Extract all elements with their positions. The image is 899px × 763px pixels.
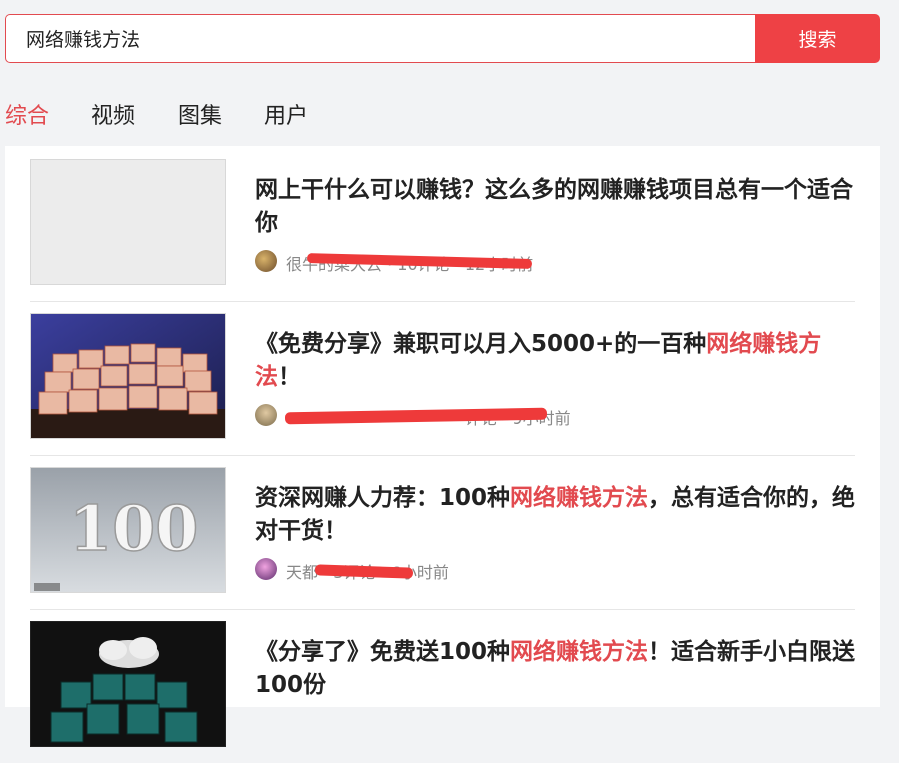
list-item[interactable]: 100 资深网赚人力荐：100种网络赚钱方法，总有适合你的，绝对干货！ 天都 ·… (30, 454, 855, 610)
avatar[interactable] (255, 404, 277, 426)
list-item[interactable]: 网上干什么可以赚钱？这么多的网赚赚钱项目总有一个适合你 很牛的菜大云 · 10评… (30, 146, 855, 302)
avatar[interactable] (255, 250, 277, 272)
result-title[interactable]: 《免费分享》兼职可以月入5000+的一百种网络赚钱方法！ (255, 328, 855, 394)
list-item[interactable]: 《分享了》免费送100种网络赚钱方法！适合新手小白限送100份 (30, 608, 855, 763)
search-bar: 搜索 (5, 14, 880, 63)
tab-all[interactable]: 综合 (5, 98, 49, 130)
result-title[interactable]: 网上干什么可以赚钱？这么多的网赚赚钱项目总有一个适合你 (255, 174, 855, 240)
thumbnail-placeholder[interactable] (30, 159, 226, 285)
thumbnail-100[interactable]: 100 (30, 467, 226, 593)
results-list: 网上干什么可以赚钱？这么多的网赚赚钱项目总有一个适合你 很牛的菜大云 · 10评… (5, 146, 880, 747)
tab-user[interactable]: 用户 (264, 98, 308, 130)
list-item[interactable]: 《免费分享》兼职可以月入5000+的一百种网络赚钱方法！ · 评论 · 9小时前 (30, 300, 855, 456)
avatar[interactable] (255, 558, 277, 580)
result-title[interactable]: 资深网赚人力荐：100种网络赚钱方法，总有适合你的，绝对干货！ (255, 482, 855, 548)
search-button[interactable]: 搜索 (755, 14, 880, 63)
thumbnail-money[interactable] (30, 313, 226, 439)
search-input[interactable] (5, 14, 776, 63)
thumbnail-cloud[interactable] (30, 621, 226, 747)
tab-gallery[interactable]: 图集 (178, 98, 222, 130)
tab-video[interactable]: 视频 (91, 98, 135, 130)
svg-text:100: 100 (69, 492, 198, 565)
result-title[interactable]: 《分享了》免费送100种网络赚钱方法！适合新手小白限送100份 (255, 636, 855, 702)
